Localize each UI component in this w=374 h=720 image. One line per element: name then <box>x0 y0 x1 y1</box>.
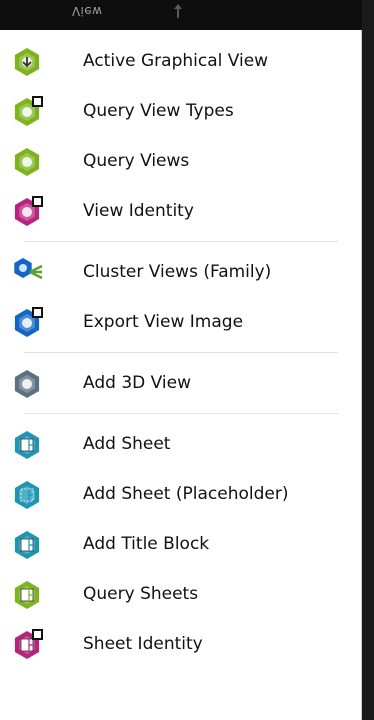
menu-item-export-view-image[interactable]: Export View Image <box>0 297 362 347</box>
menu-separator <box>24 352 338 353</box>
cluster-views-icon <box>14 258 43 280</box>
add-sheet-placeholder-hex-icon <box>14 481 40 509</box>
menu-item-add-title-block[interactable]: Add Title Block <box>0 519 362 569</box>
menu-item-label: Query Sheets <box>83 584 199 604</box>
menu-item-add-3d-view[interactable]: Add 3D View <box>0 358 362 408</box>
menu-separator <box>24 413 338 414</box>
add-title-block-hex-icon <box>14 531 40 559</box>
menu-item-add-sheet[interactable]: Add Sheet <box>0 419 362 469</box>
dropdown-menu: View Active Graphical View Query View Typ… <box>0 0 362 720</box>
menu-item-view-identity[interactable]: View Identity <box>0 186 362 236</box>
menu-item-label: Cluster Views (Family) <box>83 262 272 282</box>
query-view-types-hex-icon <box>14 96 43 126</box>
menu-item-label: Sheet Identity <box>83 634 203 654</box>
menu-item-label: Add 3D View <box>83 373 191 393</box>
menu-item-add-sheet-placeholder[interactable]: Add Sheet (Placeholder) <box>0 469 362 519</box>
menu-separator <box>24 241 338 242</box>
menu-item-label: View Identity <box>83 201 194 221</box>
view-identity-hex-icon <box>14 196 43 226</box>
sheet-identity-hex-icon <box>14 629 43 659</box>
menu-header: View <box>0 0 362 30</box>
query-views-hex-icon <box>14 148 40 176</box>
menu-item-active-graphical-view[interactable]: Active Graphical View <box>0 36 362 86</box>
export-view-image-hex-icon <box>14 307 43 337</box>
active-view-hex-icon <box>14 48 40 76</box>
add-sheet-hex-icon <box>14 431 40 459</box>
menu-item-sheet-identity[interactable]: Sheet Identity <box>0 619 362 669</box>
menu-item-label: Add Sheet <box>83 434 171 454</box>
menu-item-label: Add Sheet (Placeholder) <box>83 484 289 504</box>
menu-item-query-views[interactable]: Query Views <box>0 136 362 186</box>
menu-item-cluster-views-family[interactable]: Cluster Views (Family) <box>0 247 362 297</box>
menu-item-label: Active Graphical View <box>83 51 269 71</box>
menu-item-label: Export View Image <box>83 312 244 332</box>
menu-item-label: Add Title Block <box>83 534 210 554</box>
menu-item-label: Query View Types <box>83 101 234 121</box>
query-sheets-hex-icon <box>14 581 40 609</box>
add-3d-view-hex-icon <box>14 370 40 398</box>
menu-header-title: View <box>72 4 103 18</box>
menu-item-query-sheets[interactable]: Query Sheets <box>0 569 362 619</box>
menu-items: Active Graphical View Query View Types Que… <box>0 36 362 669</box>
menu-item-query-view-types[interactable]: Query View Types <box>0 86 362 136</box>
menu-item-label: Query Views <box>83 151 190 171</box>
pin-icon[interactable] <box>172 4 184 18</box>
